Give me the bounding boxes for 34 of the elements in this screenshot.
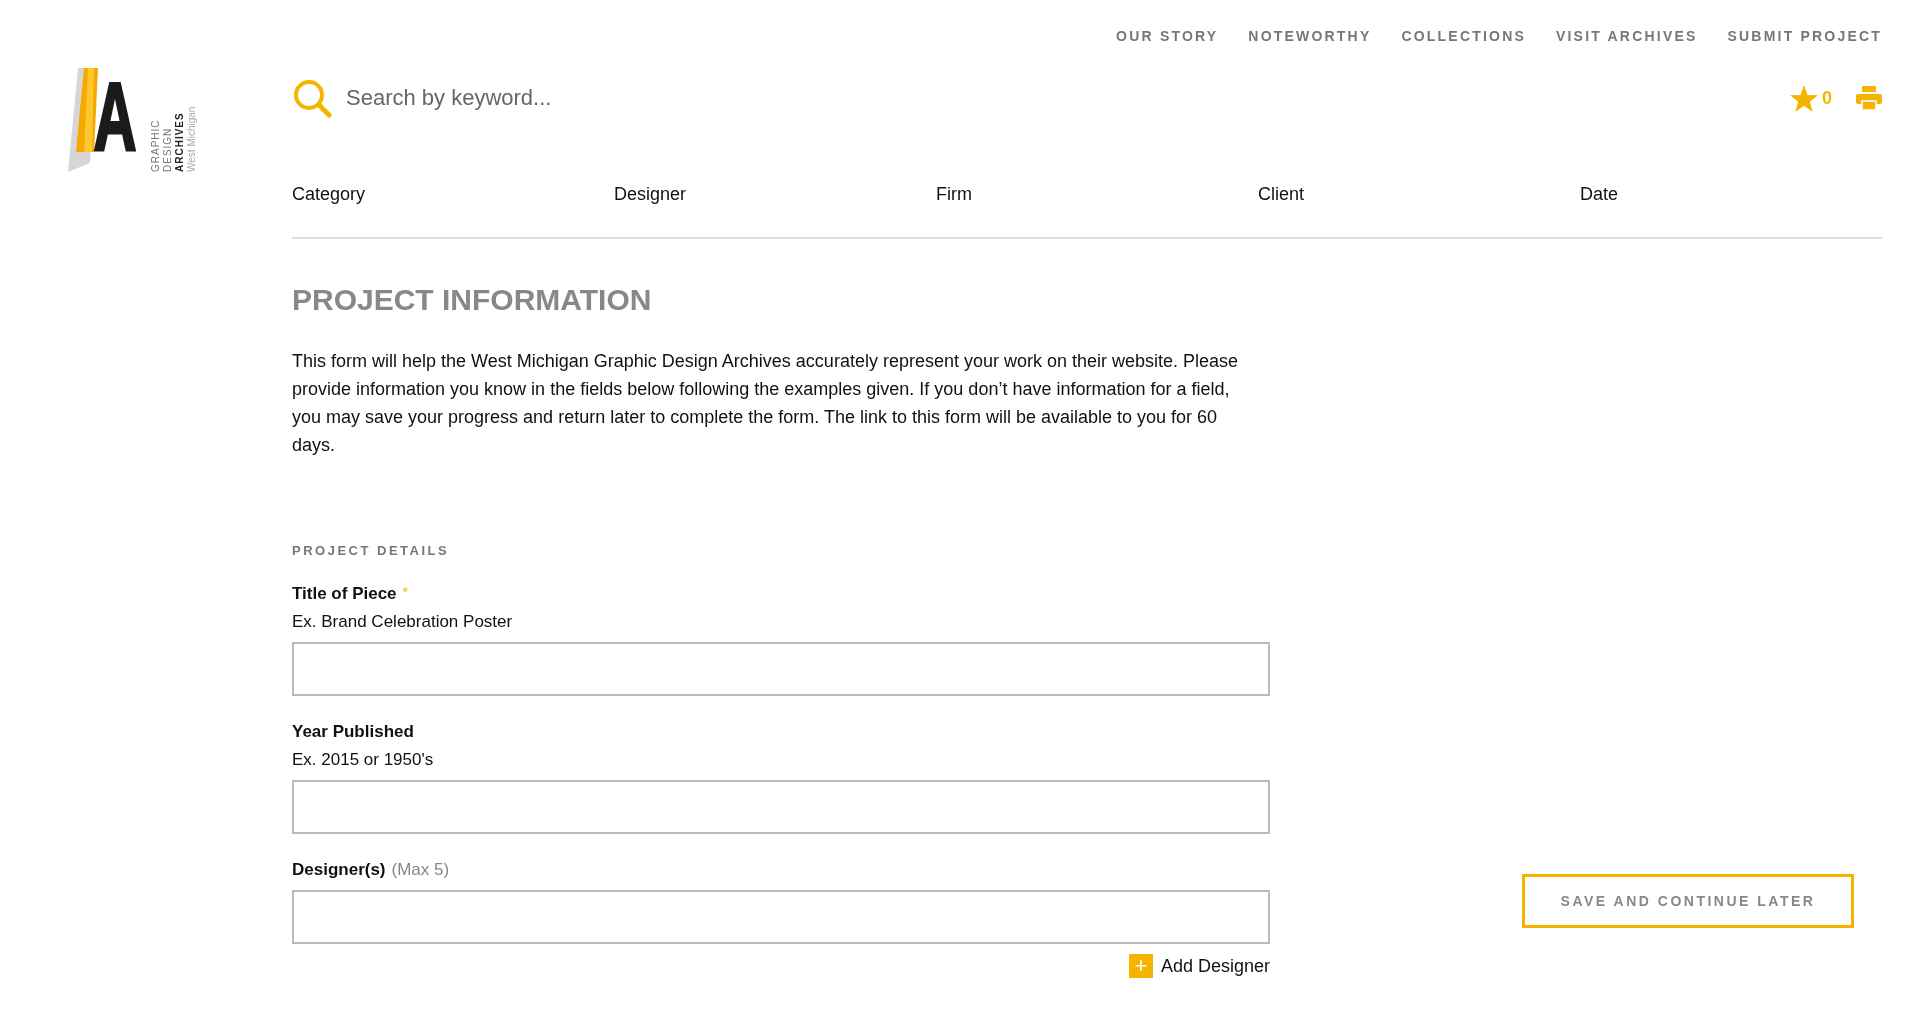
- section-label: PROJECT DETAILS: [292, 543, 451, 558]
- field-label: Title of Piece: [292, 584, 397, 604]
- nav-link[interactable]: OUR STORY: [1116, 28, 1219, 44]
- intro-paragraph: This form will help the West Michigan Graphic Design Archives accurately represent your work on their website. Please provide information you know in the fields below following the examples given. If you don’t have information for a field, you may save your progress and return later to complete the form. The link to this form will be available to you for 60 days.: [292, 350, 1240, 457]
- star-icon[interactable]: [1790, 84, 1818, 112]
- filter-tab[interactable]: Date: [1580, 184, 1619, 205]
- page-heading: PROJECT INFORMATION: [292, 283, 653, 317]
- field-hint: Ex. 2015 or 1950's: [292, 750, 435, 770]
- filter-tab[interactable]: Client: [1258, 184, 1305, 205]
- logo-wordmark-text: DESIGN: [162, 126, 174, 172]
- search-icon: [292, 78, 332, 118]
- nav-link[interactable]: COLLECTIONS: [1401, 28, 1526, 44]
- save-button[interactable]: SAVE AND CONTINUE LATER: [1522, 874, 1854, 928]
- print-icon[interactable]: [1856, 86, 1882, 110]
- text-field[interactable]: [292, 780, 1270, 834]
- filter-tab[interactable]: Firm: [936, 184, 972, 205]
- field-label: Year Published: [292, 722, 414, 742]
- nav-link[interactable]: NOTEWORTHY: [1248, 28, 1372, 44]
- field-hint: Ex. Brand Celebration Poster: [292, 612, 514, 632]
- text-field[interactable]: [292, 890, 1270, 944]
- filter-tab[interactable]: Category: [292, 184, 366, 205]
- filter-tab[interactable]: Designer: [614, 184, 687, 205]
- required-asterisk: *: [402, 584, 408, 600]
- field-note: (Max 5): [391, 860, 450, 880]
- logo-mark-drawing: A: [68, 68, 138, 172]
- nav-link[interactable]: SUBMIT PROJECT: [1727, 28, 1882, 44]
- field-label: Designer(s): [292, 860, 386, 880]
- nav-link[interactable]: VISIT ARCHIVES: [1556, 28, 1698, 44]
- text-field[interactable]: [292, 642, 1270, 696]
- favorites-count: 0: [1822, 87, 1832, 109]
- logo-wordmark-text: GRAPHIC: [150, 118, 162, 172]
- add-designer-button[interactable]: + Add Designer: [1128, 954, 1270, 978]
- logo-wordmark-text: West Michigan: [186, 105, 198, 172]
- logo-wordmark-text: ARCHIVES: [174, 111, 186, 172]
